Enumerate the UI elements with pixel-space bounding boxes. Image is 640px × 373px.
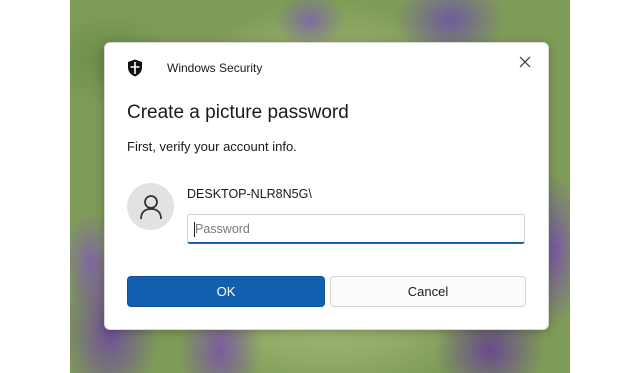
user-avatar-icon (139, 194, 162, 219)
dialog-instructions: First, verify your account info. (127, 139, 297, 154)
dialog-heading: Create a picture password (127, 102, 349, 123)
windows-security-dialog: Windows Security Create a picture passwo… (104, 42, 549, 330)
close-icon (519, 56, 531, 68)
title-bar: Windows Security (105, 43, 548, 91)
ok-button[interactable]: OK (127, 276, 325, 307)
shield-icon (127, 59, 143, 77)
cancel-button[interactable]: Cancel (330, 276, 526, 307)
account-name: DESKTOP-NLR8N5G\ (187, 187, 312, 201)
close-button[interactable] (512, 51, 538, 73)
password-input[interactable] (187, 214, 525, 244)
text-caret (194, 222, 195, 237)
avatar (127, 183, 174, 230)
app-title: Windows Security (167, 61, 263, 75)
